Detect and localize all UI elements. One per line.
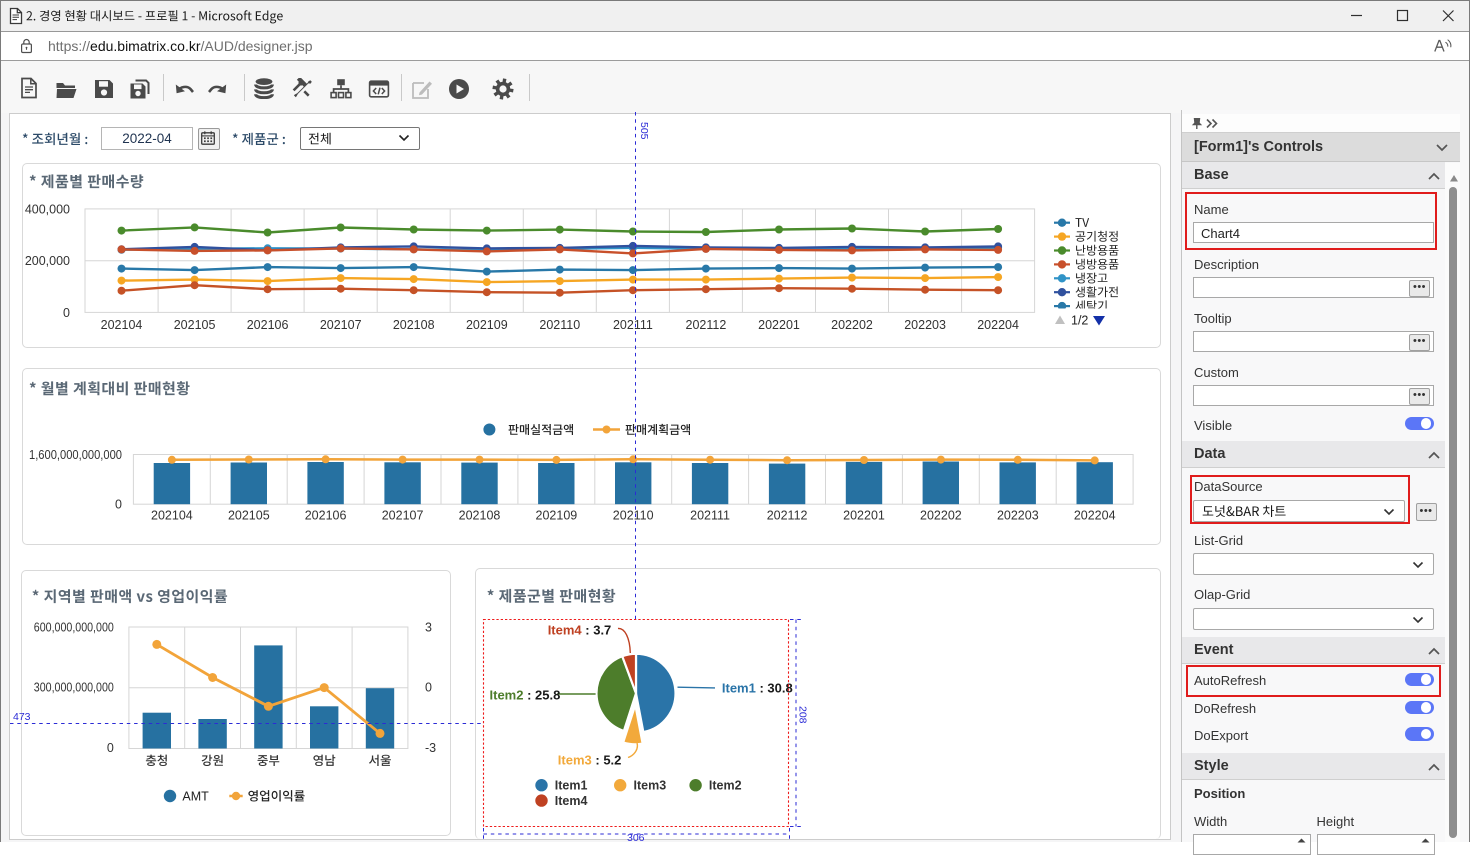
svg-text:473: 473 bbox=[13, 711, 31, 723]
svg-text:505: 505 bbox=[638, 122, 650, 140]
svg-text:306: 306 bbox=[627, 832, 645, 842]
svg-text:208: 208 bbox=[797, 706, 809, 724]
